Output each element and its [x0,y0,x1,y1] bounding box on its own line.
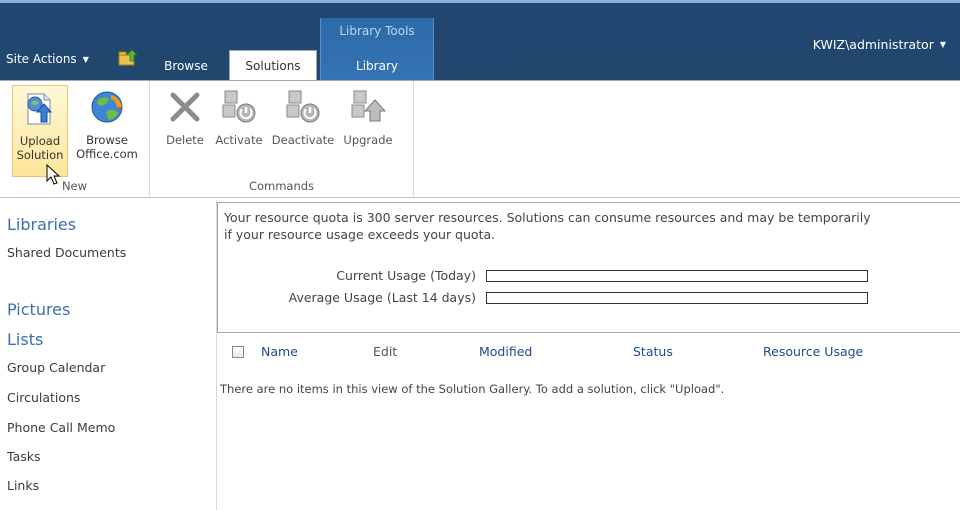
top-accent-line [0,0,960,3]
deactivate-button[interactable]: Deactivate [268,85,338,177]
ribbon-group-label-new: New [61,179,88,193]
upgrade-icon [348,87,388,127]
user-name: KWIZ\administrator [812,37,934,52]
browse-office-button[interactable]: Browse Office.com [68,85,146,177]
left-navigation: Libraries Shared Documents Pictures List… [0,200,217,510]
column-name[interactable]: Name [261,344,298,359]
globe-icon [87,87,127,127]
delete-x-icon [165,87,205,127]
user-menu[interactable]: KWIZ\administrator ▼ [813,37,946,52]
column-status[interactable]: Status [633,344,673,359]
top-ribbon-bar: Site Actions ▼ Browse Solutions Library … [0,0,960,80]
chevron-down-icon: ▼ [939,40,946,49]
library-tools-label: Library Tools [339,24,415,38]
current-usage-label: Current Usage (Today) [336,268,476,283]
tab-browse[interactable]: Browse [158,52,214,80]
empty-list-message: There are no items in this view of the S… [220,382,725,396]
deactivate-icon [283,87,323,127]
current-usage-row: Current Usage (Today) [218,268,960,284]
tab-library-label: Library [356,59,398,73]
column-resource-usage[interactable]: Resource Usage [763,344,863,359]
select-all-checkbox[interactable] [232,346,244,358]
site-actions-menu[interactable]: Site Actions ▼ [6,52,89,66]
upgrade-label: Upgrade [343,133,393,147]
delete-button[interactable]: Delete [160,85,210,177]
ribbon-body: Upload Solution Browse Office.com New De… [0,80,960,198]
navigate-up-icon[interactable] [118,49,138,67]
resource-quota-panel: Your resource quota is 300 server resour… [217,202,960,333]
ribbon-group-label-commands: Commands [248,179,315,193]
average-usage-bar [486,292,868,304]
upload-line1: Upload [19,134,61,148]
nav-item-group-calendar[interactable]: Group Calendar [7,360,105,375]
activate-button[interactable]: Activate [210,85,268,177]
site-actions-label: Site Actions [6,52,77,66]
chevron-down-icon: ▼ [82,54,89,64]
ribbon-group-commands: Delete Activate Deactivate Upgrade Comma… [150,81,414,197]
activate-label: Activate [215,133,263,147]
quota-line-2: if your resource usage exceeds your quot… [224,227,496,242]
solution-list-header: Name Edit Modified Status Resource Usage [217,340,960,364]
column-edit: Edit [373,344,398,359]
office-line2: Office.com [76,147,138,161]
nav-heading-libraries[interactable]: Libraries [7,215,76,234]
tab-solutions-label: Solutions [245,58,301,73]
current-usage-bar [486,270,868,282]
activate-icon [219,87,259,127]
office-line1: Browse [86,133,128,147]
upgrade-button[interactable]: Upgrade [338,85,398,177]
average-usage-row: Average Usage (Last 14 days) [218,290,960,306]
tab-solutions[interactable]: Solutions [229,50,317,80]
nav-item-phone-call-memo[interactable]: Phone Call Memo [7,420,115,435]
tab-browse-label: Browse [164,59,208,73]
nav-item-links[interactable]: Links [7,478,39,493]
nav-heading-lists[interactable]: Lists [7,330,43,349]
delete-label: Delete [166,133,204,147]
nav-item-circulations[interactable]: Circulations [7,390,80,405]
nav-item-tasks[interactable]: Tasks [7,449,41,464]
column-modified[interactable]: Modified [479,344,532,359]
nav-item-shared-documents[interactable]: Shared Documents [7,245,126,260]
tab-library[interactable]: Library [320,52,434,80]
ribbon-group-new: Upload Solution Browse Office.com New [0,81,150,197]
quota-line-1: Your resource quota is 300 server resour… [224,210,871,225]
quota-description: Your resource quota is 300 server resour… [224,209,960,243]
upload-line2: Solution [16,148,64,162]
deactivate-label: Deactivate [271,133,335,147]
mouse-pointer-icon [46,164,61,185]
nav-heading-pictures[interactable]: Pictures [7,300,70,319]
upload-icon [20,88,60,128]
average-usage-label: Average Usage (Last 14 days) [288,290,476,305]
